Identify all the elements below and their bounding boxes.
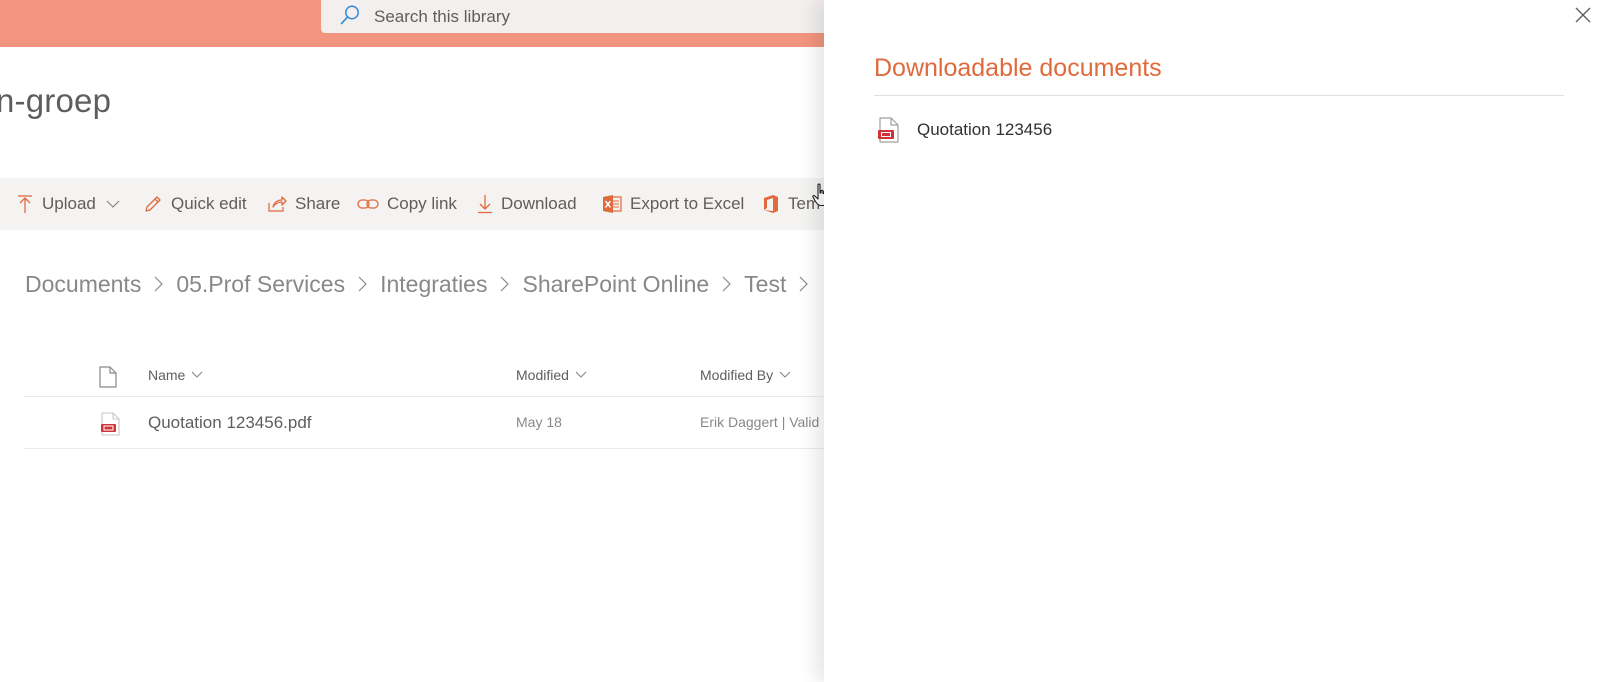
column-header-modified[interactable]: Modified bbox=[516, 367, 587, 383]
downloadable-document-item[interactable]: Quotation 123456 bbox=[874, 114, 1274, 146]
chevron-right-icon bbox=[154, 276, 164, 292]
svg-text:X: X bbox=[605, 201, 612, 211]
share-label: Share bbox=[295, 194, 341, 213]
download-button[interactable]: Download bbox=[477, 178, 577, 230]
column-header-name[interactable]: Name bbox=[148, 367, 203, 383]
site-title: n-groep bbox=[0, 82, 112, 119]
breadcrumb-item-documents[interactable]: Documents bbox=[25, 271, 141, 298]
close-button[interactable] bbox=[1571, 3, 1595, 27]
pdf-file-icon bbox=[878, 117, 899, 143]
chevron-down-icon bbox=[106, 200, 120, 208]
chevron-right-icon bbox=[799, 276, 809, 292]
search-box[interactable]: Search this library bbox=[321, 0, 841, 33]
table-row[interactable]: Quotation 123456.pdf May 18 Erik Daggert… bbox=[24, 397, 844, 449]
chevron-right-icon bbox=[500, 276, 510, 292]
chevron-right-icon bbox=[722, 276, 732, 292]
search-icon bbox=[340, 5, 359, 25]
downloadable-documents-panel: Downloadable documents Quotation 123456 bbox=[824, 0, 1600, 682]
upload-icon bbox=[18, 195, 32, 213]
panel-title: Downloadable documents bbox=[874, 54, 1162, 82]
download-icon bbox=[478, 195, 492, 214]
export-to-excel-button[interactable]: X Export to Excel bbox=[602, 178, 744, 230]
file-list: Name Modified Modified By Quotation 1234… bbox=[24, 355, 844, 449]
upload-label: Upload bbox=[42, 194, 96, 213]
excel-icon: X bbox=[603, 195, 622, 213]
list-header: Name Modified Modified By bbox=[24, 355, 844, 397]
pdf-file-icon bbox=[101, 412, 120, 436]
file-modified-by: Erik Daggert | Valid bbox=[700, 414, 820, 430]
share-icon bbox=[268, 196, 287, 212]
panel-divider bbox=[874, 95, 1564, 96]
close-icon bbox=[1575, 7, 1591, 23]
export-to-excel-label: Export to Excel bbox=[630, 194, 745, 213]
file-type-icon[interactable] bbox=[99, 366, 117, 388]
breadcrumb-item-test[interactable]: Test bbox=[744, 271, 786, 298]
chevron-right-icon bbox=[358, 276, 367, 292]
office-icon bbox=[764, 195, 778, 213]
file-modified: May 18 bbox=[516, 414, 562, 430]
copy-link-label: Copy link bbox=[387, 194, 457, 213]
chevron-down-icon bbox=[575, 371, 587, 378]
link-icon bbox=[357, 199, 379, 209]
chevron-down-icon bbox=[779, 371, 791, 378]
chevron-down-icon bbox=[191, 371, 203, 378]
file-name-link[interactable]: Quotation 123456.pdf bbox=[148, 413, 312, 433]
copy-link-button[interactable]: Copy link bbox=[357, 178, 457, 230]
search-input[interactable]: Search this library bbox=[374, 7, 510, 27]
pencil-icon bbox=[145, 196, 161, 212]
upload-button[interactable]: Upload bbox=[16, 178, 120, 230]
downloadable-document-label: Quotation 123456 bbox=[917, 120, 1053, 139]
breadcrumb-item-integraties[interactable]: Integraties bbox=[380, 271, 487, 298]
breadcrumb-item-prof-services[interactable]: 05.Prof Services bbox=[176, 271, 345, 298]
column-header-modified-by[interactable]: Modified By bbox=[700, 367, 791, 383]
breadcrumb-item-sharepoint-online[interactable]: SharePoint Online bbox=[522, 271, 709, 298]
download-label: Download bbox=[501, 194, 577, 213]
quick-edit-label: Quick edit bbox=[171, 194, 247, 213]
quick-edit-button[interactable]: Quick edit bbox=[143, 178, 247, 230]
share-button[interactable]: Share bbox=[267, 178, 340, 230]
breadcrumb: Documents 05.Prof Services Integraties S… bbox=[25, 268, 821, 300]
